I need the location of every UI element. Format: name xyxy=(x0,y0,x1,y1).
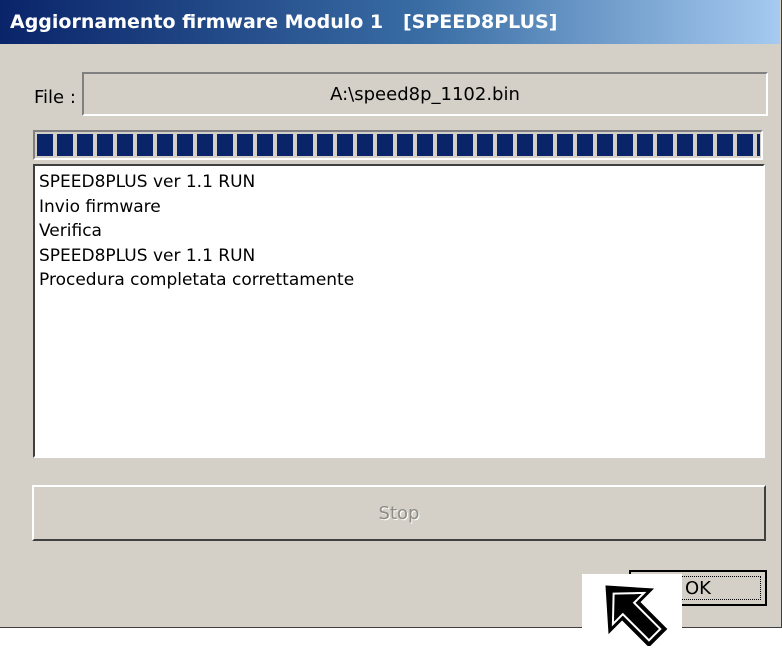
file-label: File : xyxy=(34,87,76,108)
firmware-update-dialog: Aggiornamento firmware Modulo 1 [SPEED8P… xyxy=(0,0,782,628)
log-list[interactable]: SPEED8PLUS ver 1.1 RUN Invio firmware Ve… xyxy=(33,164,765,458)
log-line: Invio firmware xyxy=(39,196,161,217)
log-line: SPEED8PLUS ver 1.1 RUN xyxy=(39,172,256,192)
arrow-pointer-icon xyxy=(582,574,682,648)
log-line: SPEED8PLUS ver 1.1 RUN xyxy=(39,245,256,266)
file-path-field: A:\speed8p_1102.bin xyxy=(82,72,768,116)
log-line: Verifica xyxy=(39,221,102,241)
window-title: Aggiornamento firmware Modulo 1 [SPEED8P… xyxy=(0,0,780,44)
progress-bar xyxy=(33,130,763,160)
progress-fill xyxy=(37,134,760,156)
log-line: Procedura completata correttamente xyxy=(39,270,355,290)
stop-button[interactable]: Stop xyxy=(32,485,766,541)
ok-button-label: OK xyxy=(685,577,711,599)
